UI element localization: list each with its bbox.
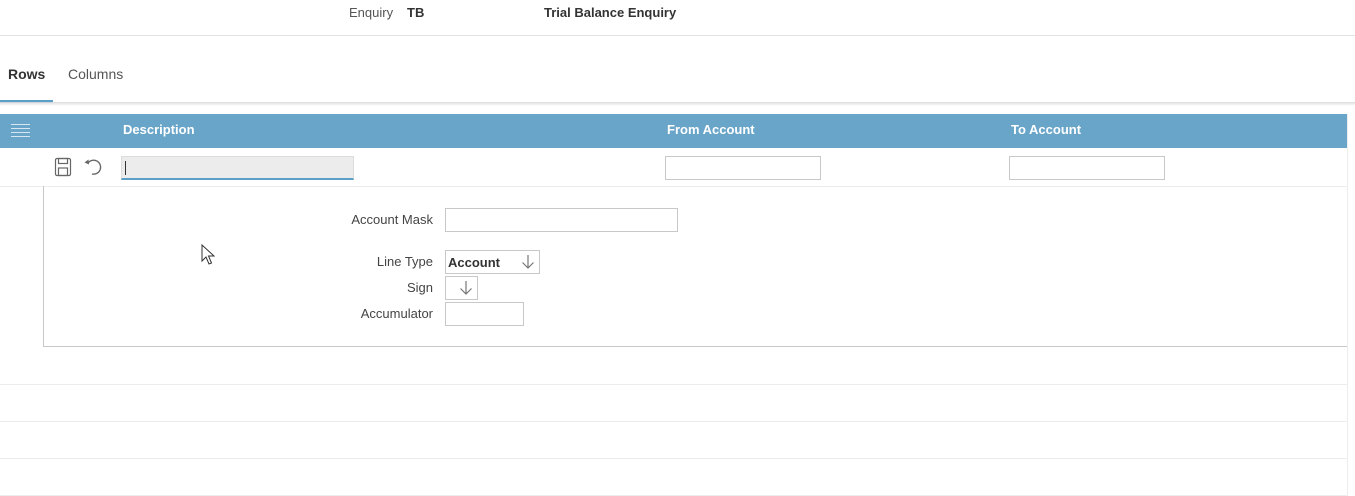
enquiry-header: Enquiry TB Trial Balance Enquiry (0, 0, 1355, 36)
save-icon[interactable] (53, 157, 73, 177)
accumulator-input[interactable] (445, 302, 524, 326)
text-caret (125, 161, 126, 175)
grid-scroll-edge (1347, 114, 1355, 496)
tab-bar-shadow (0, 102, 1355, 106)
account-mask-input[interactable] (445, 208, 678, 232)
menu-icon[interactable] (11, 124, 31, 138)
undo-icon[interactable] (83, 157, 103, 177)
tab-rows[interactable]: Rows (8, 66, 45, 82)
arrow-down-icon (522, 255, 534, 269)
enquiry-name: Trial Balance Enquiry (544, 5, 677, 20)
description-input[interactable] (121, 156, 354, 180)
enquiry-page: Enquiry TB Trial Balance Enquiry Rows Co… (0, 0, 1355, 496)
accumulator-label: Accumulator (360, 306, 433, 321)
sign-label: Sign (406, 280, 433, 295)
line-type-value: Account (448, 255, 500, 270)
account-mask-label: Account Mask (351, 212, 433, 227)
enquiry-code: TB (407, 5, 425, 20)
table-row[interactable] (0, 459, 1347, 496)
grid-header: Description From Account To Account (0, 114, 1347, 148)
editing-row (0, 148, 1347, 187)
to-account-input[interactable] (1009, 156, 1165, 180)
column-header-from-account[interactable]: From Account (667, 122, 755, 137)
tab-bar: Rows Columns (0, 56, 1355, 103)
line-type-label: Line Type (376, 254, 433, 269)
tab-columns[interactable]: Columns (68, 66, 123, 82)
column-header-description[interactable]: Description (123, 122, 195, 137)
table-row[interactable] (0, 385, 1347, 422)
arrow-down-icon (460, 281, 472, 295)
mouse-pointer-icon (201, 244, 215, 265)
sign-select[interactable] (445, 276, 478, 300)
row-detail-panel: Account Mask Line Type Account Sign Accu… (43, 186, 1347, 347)
line-type-select[interactable]: Account (445, 250, 540, 274)
table-row[interactable] (0, 348, 1347, 385)
enquiry-label: Enquiry (349, 5, 394, 20)
column-header-to-account[interactable]: To Account (1011, 122, 1081, 137)
table-row[interactable] (0, 422, 1347, 459)
from-account-input[interactable] (665, 156, 821, 180)
